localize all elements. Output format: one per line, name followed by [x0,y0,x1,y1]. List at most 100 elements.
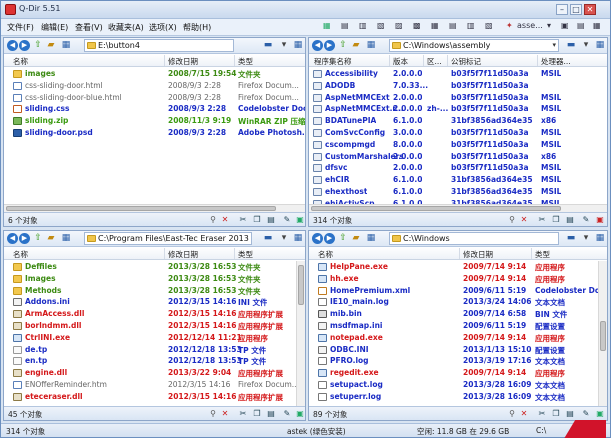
table-row[interactable]: CtrlINI.exe 2012/12/14 11:21 应用程序 [4,332,305,344]
favorite-icon[interactable]: ✦ [506,21,513,33]
table-row[interactable]: setuperr.log 2013/3/28 16:09 文本文档 [309,391,607,403]
forward-icon[interactable]: ▶ [19,233,30,244]
rename-icon[interactable]: ✎ [581,408,591,419]
table-row[interactable]: images 2008/7/15 19:54 文件夹 [4,68,305,80]
properties-icon[interactable]: ▣ [595,408,605,419]
table-row[interactable]: en.tp 2012/12/18 13:53 TP 文件 [4,355,305,367]
maximize-button[interactable]: □ [570,4,582,15]
back-icon[interactable]: ◀ [7,233,18,244]
filter-icon[interactable]: ⚲ [507,214,517,225]
address-bar[interactable]: C:\Program Files\East-Tec Eraser 2013 [84,232,252,245]
menu-view[interactable]: 查看(V) [75,22,103,33]
properties-icon[interactable]: ▣ [295,214,305,225]
col-type[interactable]: 类型 [535,249,550,260]
layout5-icon[interactable]: ▨ [395,21,403,33]
cut-icon[interactable]: ✂ [238,214,248,225]
delete-icon[interactable]: ✕ [220,408,230,419]
copy-icon[interactable]: ❐ [252,408,262,419]
properties-icon[interactable]: ▣ [595,214,605,225]
cut-icon[interactable]: ✂ [537,408,547,419]
col-culture[interactable]: 区... [427,56,442,67]
col-name[interactable]: 名称 [13,56,28,67]
table-row[interactable]: ehCIR 6.1.0.0 31bf3856ad364e35 MSIL [309,174,607,186]
table-row[interactable]: IE10_main.log 2013/3/24 14:06 文本文档 [309,296,607,308]
table-row[interactable]: cscompmgd 8.0.0.0 b03f5f7f11d50a3a MSIL [309,139,607,151]
tools-icon[interactable]: ▾ [580,233,592,244]
up-folder-icon[interactable]: ⇧ [32,233,44,244]
details-view-icon[interactable]: ▬ [565,233,577,244]
tools-icon[interactable]: ▾ [278,233,290,244]
title-bar[interactable]: Q-Dir 5.51 – □ ✕ [1,1,610,19]
layout9-icon[interactable]: ▥ [467,21,475,33]
copy-icon[interactable]: ❐ [551,408,561,419]
horizontal-scrollbar[interactable] [309,204,607,212]
table-row[interactable]: Images 2013/3/28 16:53 文件夹 [4,273,305,285]
close-button[interactable]: ✕ [584,4,596,15]
table-row[interactable]: ADODB 7.0.33... b03f5f7f11d50a3a [309,80,607,92]
folder-icon[interactable]: ▰ [350,233,362,244]
col-public-key[interactable]: 公钥标记 [451,56,481,67]
pane-menu-icon[interactable]: ▦ [292,40,304,51]
copy-icon[interactable]: ❐ [551,214,561,225]
table-row[interactable]: sliding-door.psd 2008/9/3 2:28 Adobe Photo… [4,127,305,139]
up-folder-icon[interactable]: ⇧ [337,40,349,51]
up-folder-icon[interactable]: ⇧ [32,40,44,51]
table-row[interactable]: css-sliding-door.html 2008/9/3 2:28 Firefo… [4,80,305,92]
table-row[interactable]: HelpPane.exe 2009/7/14 9:14 应用程序 [309,261,607,273]
rename-icon[interactable]: ✎ [282,214,292,225]
col-date[interactable]: 修改日期 [463,249,493,260]
paste-icon[interactable]: ▤ [266,408,276,419]
properties-icon[interactable]: ▣ [295,408,305,419]
table-row[interactable]: hh.exe 2009/7/14 9:14 应用程序 [309,273,607,285]
table-row[interactable]: sliding.css 2008/9/3 2:28 Codelobster Doc.… [4,103,305,115]
table-row[interactable]: notepad.exe 2009/7/14 9:14 应用程序 [309,332,607,344]
paste-icon[interactable]: ▤ [266,214,276,225]
delete-icon[interactable]: ✕ [220,214,230,225]
view-mode-icon[interactable]: ▦ [60,233,72,244]
col-type[interactable]: 类型 [238,249,253,260]
col-assembly-name[interactable]: 程序集名称 [314,56,352,67]
vertical-scrollbar[interactable] [598,261,607,406]
table-row[interactable]: HomePremium.xml 2009/6/11 5:19 Codelobster… [309,285,607,297]
rename-icon[interactable]: ✎ [581,214,591,225]
pane-menu-icon[interactable]: ▦ [594,40,606,51]
table-row[interactable]: Deffiles 2013/3/28 16:53 文件夹 [4,261,305,273]
folder-icon[interactable]: ▰ [45,233,57,244]
copy-icon[interactable]: ❐ [252,214,262,225]
col-type[interactable]: 类型 [238,56,253,67]
col-version[interactable]: 版本 [393,56,408,67]
table-row[interactable]: borlndmm.dll 2012/3/15 14:16 应用程序扩展 [4,320,305,332]
tools-icon[interactable]: ▾ [278,40,290,51]
menu-options[interactable]: 选项(X) [149,22,177,33]
view-mode-icon[interactable]: ▦ [365,40,377,51]
menu-tool1-icon[interactable]: ▣ [561,21,569,33]
minimize-button[interactable]: – [556,4,568,15]
col-date[interactable]: 修改日期 [168,249,198,260]
delete-icon[interactable]: ✕ [519,408,529,419]
delete-icon[interactable]: ✕ [519,214,529,225]
details-view-icon[interactable]: ▬ [262,233,274,244]
view-mode-icon[interactable]: ▦ [60,40,72,51]
layout6-icon[interactable]: ▩ [413,21,421,33]
back-icon[interactable]: ◀ [312,233,323,244]
forward-icon[interactable]: ▶ [324,40,335,51]
filter-icon[interactable]: ⚲ [208,408,218,419]
forward-icon[interactable]: ▶ [324,233,335,244]
col-date[interactable]: 修改日期 [168,56,198,67]
menu-help[interactable]: 帮助(H) [183,22,211,33]
table-row[interactable]: mib.bin 2009/7/14 6:58 BIN 文件 [309,308,607,320]
layout4-icon[interactable]: ▧ [377,21,385,33]
folder-icon[interactable]: ▰ [350,40,362,51]
details-view-icon[interactable]: ▬ [262,40,274,51]
col-name[interactable]: 名称 [318,249,333,260]
pane-menu-icon[interactable]: ▦ [292,233,304,244]
table-row[interactable]: dfsvc 2.0.0.0 b03f5f7f11d50a3a MSIL [309,162,607,174]
menu-right-label[interactable]: asse... [517,21,543,33]
address-bar[interactable]: E:\button4 [84,39,234,52]
table-row[interactable]: BDATunePIA 6.1.0.0 31bf3856ad364e35 x86 [309,115,607,127]
layout8-icon[interactable]: ▤ [449,21,457,33]
table-row[interactable]: msdfmap.ini 2009/6/11 5:19 配置设置 [309,320,607,332]
menu-favorites[interactable]: 收藏夹(A) [108,22,144,33]
table-row[interactable]: regedit.exe 2009/7/14 9:14 应用程序 [309,367,607,379]
table-row[interactable]: ENOfferReminder.htm 2012/3/15 14:16 Firefo… [4,379,305,391]
